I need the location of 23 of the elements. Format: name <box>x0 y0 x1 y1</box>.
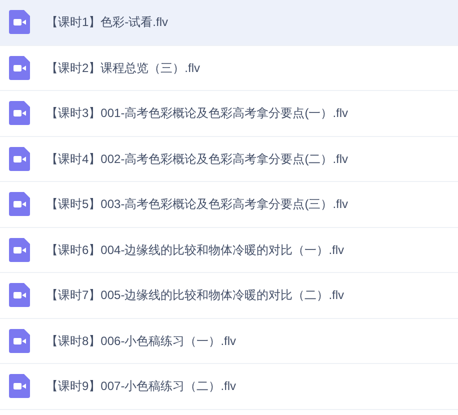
file-row[interactable]: 【课时4】002-高考色彩概论及色彩高考拿分要点(二）.flv <box>0 136 458 182</box>
video-file-icon <box>9 328 30 353</box>
file-name: 【课时3】001-高考色彩概论及色彩高考拿分要点(一）.flv <box>46 105 348 122</box>
video-file-icon <box>9 238 30 262</box>
file-row[interactable]: 【课时6】004-边缘线的比较和物体冷暖的对比（一）.flv <box>0 228 458 273</box>
video-file-icon <box>9 101 30 126</box>
file-name: 【课时1】色彩-试看.flv <box>46 14 168 32</box>
file-name: 【课时9】007-小色稿练习（二）.flv <box>46 378 236 396</box>
video-file-icon <box>9 374 30 398</box>
file-name: 【课时5】003-高考色彩概论及色彩高考拿分要点(三）.flv <box>46 196 348 214</box>
file-name: 【课时4】002-高考色彩概论及色彩高考拿分要点(二）.flv <box>46 150 348 168</box>
video-file-icon <box>9 10 30 34</box>
file-row[interactable]: 【课时8】006-小色稿练习（一）.flv <box>0 318 458 364</box>
file-name: 【课时7】005-边缘线的比较和物体冷暖的对比（二）.flv <box>46 287 344 304</box>
video-file-icon <box>9 146 30 171</box>
video-file-icon <box>9 56 30 80</box>
file-row[interactable]: 【课时2】课程总览（三）.flv <box>0 46 458 91</box>
video-file-icon <box>9 192 30 216</box>
video-file-icon <box>9 283 30 308</box>
file-row[interactable]: 【课时1】色彩-试看.flv <box>0 0 458 46</box>
file-name: 【课时8】006-小色稿练习（一）.flv <box>46 332 236 350</box>
file-name: 【课时2】课程总览（三）.flv <box>46 60 200 77</box>
file-name: 【课时6】004-边缘线的比较和物体冷暖的对比（一）.flv <box>46 242 344 259</box>
